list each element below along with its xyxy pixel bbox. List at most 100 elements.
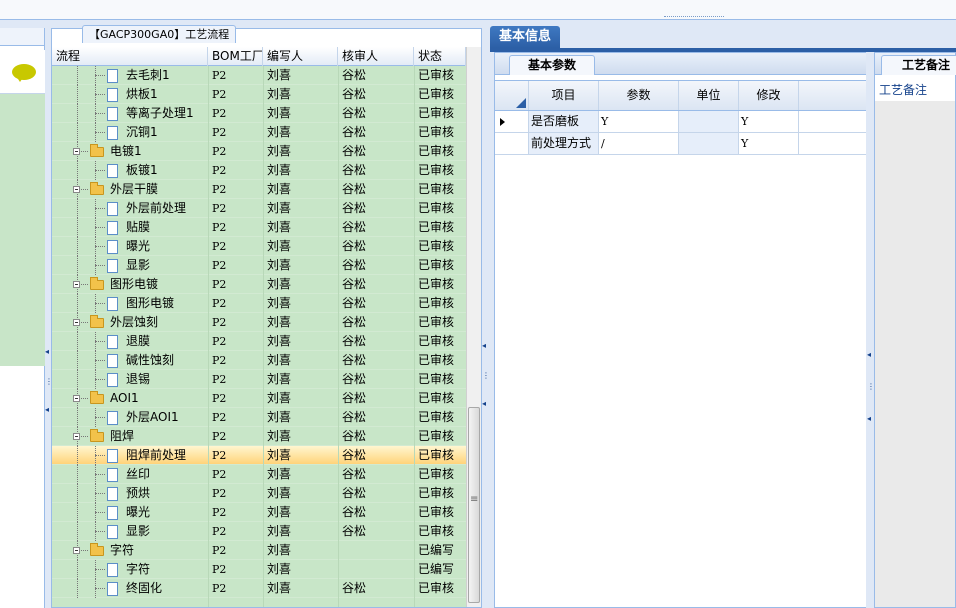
params-row[interactable]: 是否磨板 Y Y	[495, 111, 867, 133]
process-tree-row[interactable]: 丝印 P2 刘喜 谷松 已审核	[52, 465, 466, 484]
tree-node[interactable]: 图形电镀	[52, 275, 208, 294]
process-tree-row[interactable]: 等离子处理1 P2 刘喜 谷松 已审核	[52, 104, 466, 123]
tree-node[interactable]: 字符	[52, 541, 208, 560]
params-row[interactable]: 前处理方式 / Y	[495, 133, 867, 155]
right-splitter[interactable]: ◂ ⋮ ◂	[866, 52, 875, 608]
tree-node[interactable]: 图形电镀	[52, 294, 208, 313]
middle-splitter[interactable]: ◂ ⋮ ◂	[482, 28, 490, 608]
process-tree-row[interactable]: 曝光 P2 刘喜 谷松 已审核	[52, 503, 466, 522]
modify-cell[interactable]: Y	[739, 133, 799, 154]
tree-node[interactable]: 外层前处理	[52, 199, 208, 218]
expand-left-icon[interactable]: ◂	[45, 406, 49, 414]
tree-node[interactable]: 板镀1	[52, 161, 208, 180]
collapse-node-icon[interactable]	[73, 395, 80, 402]
column-header-bom[interactable]: BOM工厂	[208, 47, 263, 66]
collapse-right-icon[interactable]: ◂	[867, 350, 871, 359]
tree-node[interactable]: 阻焊前处理	[52, 446, 208, 465]
tree-node[interactable]: 退膜	[52, 332, 208, 351]
tree-node[interactable]: 碱性蚀刻	[52, 351, 208, 370]
process-tree-row[interactable]: 外层干膜 P2 刘喜 谷松 已审核	[52, 180, 466, 199]
tree-node[interactable]: 终固化	[52, 579, 208, 598]
tree-node[interactable]: 电镀1	[52, 142, 208, 161]
expand-right-icon[interactable]: ◂	[867, 414, 871, 423]
process-tree-row[interactable]: 退膜 P2 刘喜 谷松 已审核	[52, 332, 466, 351]
process-tree-row[interactable]: 烘板1 P2 刘喜 谷松 已审核	[52, 85, 466, 104]
process-tree-row[interactable]: 外层前处理 P2 刘喜 谷松 已审核	[52, 199, 466, 218]
modify-cell[interactable]: Y	[739, 111, 799, 132]
row-header[interactable]	[495, 133, 529, 154]
unit-cell[interactable]	[679, 133, 739, 154]
column-header-flow[interactable]: 流程	[52, 47, 208, 66]
process-tree-row[interactable]: 显影 P2 刘喜 谷松 已审核	[52, 256, 466, 275]
process-tree-row[interactable]: 退锡 P2 刘喜 谷松 已审核	[52, 370, 466, 389]
tree-node[interactable]: 曝光	[52, 503, 208, 522]
process-tree-row[interactable]: 阻焊前处理 P2 刘喜 谷松 已审核	[52, 446, 466, 465]
process-tree-row[interactable]: 外层蚀刻 P2 刘喜 谷松 已审核	[52, 313, 466, 332]
column-header-item[interactable]: 项目	[529, 81, 599, 110]
collapse-left-icon[interactable]: ◂	[45, 348, 49, 356]
column-header-modify[interactable]: 修改	[739, 81, 799, 110]
collapse-node-icon[interactable]	[73, 319, 80, 326]
collapse-node-icon[interactable]	[73, 433, 80, 440]
collapse-node-icon[interactable]	[73, 148, 80, 155]
tree-node[interactable]: 显影	[52, 522, 208, 541]
process-panel-tab[interactable]: 【GACP300GA0】工艺流程	[82, 25, 237, 43]
process-tree-row[interactable]: 终固化 P2 刘喜 谷松 已审核	[52, 579, 466, 598]
tree-node[interactable]: 贴膜	[52, 218, 208, 237]
column-header-writer[interactable]: 编写人	[263, 47, 338, 66]
process-tree-row[interactable]: 预烘 P2 刘喜 谷松 已审核	[52, 484, 466, 503]
tab-process-notes[interactable]: 工艺备注	[881, 55, 956, 75]
tree-node[interactable]: 烘板1	[52, 85, 208, 104]
process-tree-row[interactable]: 图形电镀 P2 刘喜 谷松 已审核	[52, 275, 466, 294]
param-cell[interactable]: Y	[599, 111, 679, 132]
tree-node[interactable]: 外层AOI1	[52, 408, 208, 427]
process-tree-row[interactable]: 沉铜1 P2 刘喜 谷松 已审核	[52, 123, 466, 142]
tree-node[interactable]: 沉铜1	[52, 123, 208, 142]
collapse-node-icon[interactable]	[73, 547, 80, 554]
process-tree-row[interactable]: 阻焊 P2 刘喜 谷松 已审核	[52, 427, 466, 446]
collapse-node-icon[interactable]	[73, 186, 80, 193]
unit-cell[interactable]	[679, 111, 739, 132]
column-header-param[interactable]: 参数	[599, 81, 679, 110]
process-tree-row[interactable]: 字符 P2 刘喜 已编写	[52, 560, 466, 579]
item-cell[interactable]: 是否磨板	[529, 111, 599, 132]
row-header-corner[interactable]	[495, 81, 529, 110]
expand-middle-icon[interactable]: ◂	[482, 400, 486, 408]
process-tree-row[interactable]: 字符 P2 刘喜 已编写	[52, 541, 466, 560]
process-tree-row[interactable]: 板镀1 P2 刘喜 谷松 已审核	[52, 161, 466, 180]
process-tree-row[interactable]: 碱性蚀刻 P2 刘喜 谷松 已审核	[52, 351, 466, 370]
item-cell[interactable]: 前处理方式	[529, 133, 599, 154]
tree-node[interactable]: 预烘	[52, 484, 208, 503]
row-header[interactable]	[495, 111, 529, 132]
tree-node[interactable]: 阻焊	[52, 427, 208, 446]
tab-basic-info[interactable]: 基本信息	[490, 26, 560, 48]
column-header-unit[interactable]: 单位	[679, 81, 739, 110]
process-tree-row[interactable]: 外层AOI1 P2 刘喜 谷松 已审核	[52, 408, 466, 427]
process-tree-row[interactable]: 曝光 P2 刘喜 谷松 已审核	[52, 237, 466, 256]
process-tree-row[interactable]: 去毛刺1 P2 刘喜 谷松 已审核	[52, 66, 466, 85]
tree-node[interactable]: 丝印	[52, 465, 208, 484]
process-tree-row[interactable]: 显影 P2 刘喜 谷松 已审核	[52, 522, 466, 541]
tree-node[interactable]: 退锡	[52, 370, 208, 389]
process-tree-row[interactable]: 图形电镀 P2 刘喜 谷松 已审核	[52, 294, 466, 313]
process-tree-row[interactable]: 电镀1 P2 刘喜 谷松 已审核	[52, 142, 466, 161]
tab-basic-params[interactable]: 基本参数	[509, 55, 595, 75]
process-tree-row[interactable]: 贴膜 P2 刘喜 谷松 已审核	[52, 218, 466, 237]
tree-node[interactable]: 外层干膜	[52, 180, 208, 199]
tree-node[interactable]: 去毛刺1	[52, 66, 208, 85]
process-grid-scrollbar[interactable]	[466, 47, 481, 607]
process-tree-row[interactable]: AOI1 P2 刘喜 谷松 已审核	[52, 389, 466, 408]
tree-node[interactable]: 外层蚀刻	[52, 313, 208, 332]
message-button[interactable]	[0, 50, 45, 94]
collapse-middle-icon[interactable]: ◂	[482, 342, 486, 350]
collapse-node-icon[interactable]	[73, 281, 80, 288]
column-header-status[interactable]: 状态	[414, 47, 466, 66]
param-cell[interactable]: /	[599, 133, 679, 154]
tree-node[interactable]: AOI1	[52, 389, 208, 408]
scrollbar-thumb[interactable]	[468, 407, 480, 603]
column-header-reviewer[interactable]: 核审人	[338, 47, 414, 66]
tree-node[interactable]: 显影	[52, 256, 208, 275]
process-notes-textarea[interactable]	[875, 101, 955, 607]
tree-node[interactable]: 等离子处理1	[52, 104, 208, 123]
tree-node[interactable]: 曝光	[52, 237, 208, 256]
